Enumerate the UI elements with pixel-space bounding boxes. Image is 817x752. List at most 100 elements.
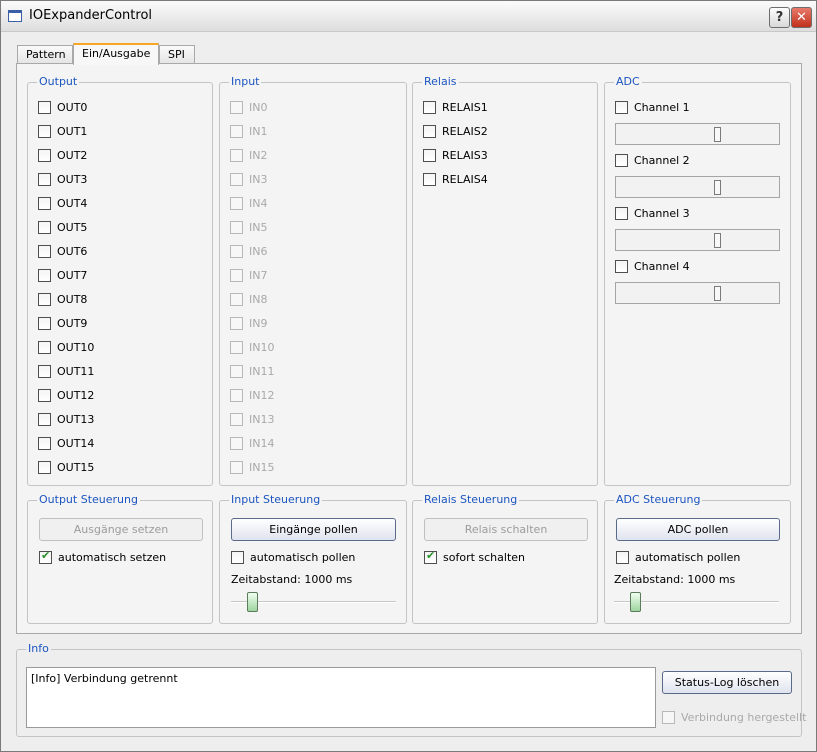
relais-checkbox-0[interactable]: RELAIS1 — [423, 100, 488, 114]
relais-checkbox-2[interactable]: RELAIS3 — [423, 148, 488, 162]
checkbox-box[interactable] — [38, 148, 51, 162]
help-button[interactable]: ? — [769, 7, 790, 28]
output-checkbox-13[interactable]: OUT13 — [38, 412, 94, 426]
adc-pollen-button[interactable]: ADC pollen — [616, 518, 780, 541]
status-log[interactable]: [Info] Verbindung getrennt — [26, 667, 656, 728]
checkbox-box[interactable] — [38, 436, 51, 450]
checkbox-box — [230, 412, 243, 426]
checkbox-box[interactable] — [38, 196, 51, 210]
adc-channel-slider-0[interactable] — [615, 123, 780, 145]
checkbox-box[interactable]: ✔ — [424, 549, 437, 564]
relais-checkbox-1[interactable]: RELAIS2 — [423, 124, 488, 138]
adc-channel-slider-3[interactable] — [615, 282, 780, 304]
status-log-clear-button[interactable]: Status-Log löschen — [662, 671, 792, 694]
checkbox-box[interactable] — [38, 244, 51, 258]
checkbox-label: OUT10 — [57, 340, 95, 354]
checkbox-box[interactable] — [231, 550, 244, 564]
adc-channel-slider-2[interactable] — [615, 229, 780, 251]
checkbox-box[interactable] — [38, 268, 51, 282]
slider-handle[interactable] — [247, 592, 258, 612]
output-checkbox-0[interactable]: OUT0 — [38, 100, 87, 114]
checkbox-box[interactable] — [38, 340, 51, 354]
sofort-schalten-checkbox[interactable]: ✔ sofort schalten — [424, 549, 525, 564]
input-checkbox-14: IN14 — [230, 436, 274, 450]
checkbox-box[interactable] — [38, 316, 51, 330]
checkbox-label: Channel 3 — [634, 206, 690, 220]
checkbox-box[interactable] — [38, 460, 51, 474]
adc-channel-slider-1[interactable] — [615, 176, 780, 198]
checkbox-box[interactable] — [38, 124, 51, 138]
slider-handle[interactable] — [714, 180, 721, 195]
checkbox-box[interactable] — [38, 172, 51, 186]
input-checkbox-10: IN10 — [230, 340, 274, 354]
checkbox-box — [662, 710, 675, 724]
tab-ein-ausgabe[interactable]: Ein/Ausgabe — [73, 43, 159, 65]
output-checkbox-4[interactable]: OUT4 — [38, 196, 87, 210]
checkbox-box[interactable] — [423, 172, 436, 186]
checkmark-icon: ✔ — [41, 548, 51, 562]
output-checkbox-3[interactable]: OUT3 — [38, 172, 87, 186]
output-checkbox-2[interactable]: OUT2 — [38, 148, 87, 162]
input-checkbox-3: IN3 — [230, 172, 267, 186]
title-bar[interactable]: IOExpanderControl ? ✕ — [1, 1, 816, 32]
output-checkbox-9[interactable]: OUT9 — [38, 316, 87, 330]
ausgaenge-setzen-button[interactable]: Ausgänge setzen — [39, 518, 203, 541]
relais-schalten-button[interactable]: Relais schalten — [424, 518, 588, 541]
output-steuerung-title: Output Steuerung — [37, 493, 140, 507]
slider-handle[interactable] — [630, 592, 641, 612]
input-checkbox-7: IN7 — [230, 268, 267, 282]
output-checkbox-12[interactable]: OUT12 — [38, 388, 94, 402]
output-checkbox-15[interactable]: OUT15 — [38, 460, 94, 474]
checkbox-box[interactable] — [615, 259, 628, 273]
output-checkbox-6[interactable]: OUT6 — [38, 244, 87, 258]
adc-automatisch-pollen-checkbox[interactable]: automatisch pollen — [616, 550, 740, 564]
adc-interval-slider[interactable] — [614, 592, 779, 612]
checkbox-label: IN14 — [249, 436, 275, 450]
checkbox-box — [230, 244, 243, 258]
checkbox-box — [230, 460, 243, 474]
eingaenge-pollen-button[interactable]: Eingänge pollen — [231, 518, 396, 541]
slider-handle[interactable] — [714, 127, 721, 142]
checkbox-box[interactable] — [38, 292, 51, 306]
adc-channel-checkbox-0[interactable]: Channel 1 — [615, 100, 690, 114]
checkbox-box[interactable]: ✔ — [39, 548, 52, 564]
adc-channel-checkbox-1[interactable]: Channel 2 — [615, 153, 690, 167]
relais-steuerung-title: Relais Steuerung — [422, 493, 520, 507]
checkbox-box[interactable] — [38, 100, 51, 114]
close-button[interactable]: ✕ — [791, 7, 812, 28]
relais-checkbox-3[interactable]: RELAIS4 — [423, 172, 488, 186]
checkbox-box[interactable] — [423, 148, 436, 162]
adc-group: ADC Channel 1 Channel 2 Channel 3 Channel 4 — [604, 75, 791, 486]
output-checkbox-10[interactable]: OUT10 — [38, 340, 94, 354]
checkbox-box[interactable] — [38, 220, 51, 234]
checkbox-label: IN15 — [249, 460, 275, 474]
output-checkbox-14[interactable]: OUT14 — [38, 436, 94, 450]
slider-handle[interactable] — [714, 233, 721, 248]
automatisch-setzen-checkbox[interactable]: ✔ automatisch setzen — [39, 548, 166, 564]
output-checkbox-8[interactable]: OUT8 — [38, 292, 87, 306]
output-checkbox-11[interactable]: OUT11 — [38, 364, 94, 378]
checkbox-box[interactable] — [38, 364, 51, 378]
input-automatisch-pollen-checkbox[interactable]: automatisch pollen — [231, 550, 355, 564]
slider-handle[interactable] — [714, 286, 721, 301]
output-checkbox-7[interactable]: OUT7 — [38, 268, 87, 282]
adc-channel-checkbox-2[interactable]: Channel 3 — [615, 206, 690, 220]
checkbox-box[interactable] — [615, 206, 628, 220]
checkbox-box[interactable] — [615, 153, 628, 167]
output-checkbox-1[interactable]: OUT1 — [38, 124, 87, 138]
output-checkbox-5[interactable]: OUT5 — [38, 220, 87, 234]
adc-channel-checkbox-3[interactable]: Channel 4 — [615, 259, 690, 273]
checkbox-box[interactable] — [423, 100, 436, 114]
input-interval-slider[interactable] — [231, 592, 396, 612]
checkbox-box[interactable] — [423, 124, 436, 138]
checkbox-box — [230, 340, 243, 354]
tab-pattern[interactable]: Pattern — [17, 45, 73, 64]
checkbox-box[interactable] — [38, 412, 51, 426]
checkbox-box[interactable] — [616, 550, 629, 564]
tab-spi[interactable]: SPI — [159, 45, 195, 64]
checkbox-label: sofort schalten — [443, 550, 525, 564]
checkbox-box[interactable] — [38, 388, 51, 402]
checkbox-label: OUT9 — [57, 316, 88, 330]
checkbox-box — [230, 436, 243, 450]
checkbox-box[interactable] — [615, 100, 628, 114]
